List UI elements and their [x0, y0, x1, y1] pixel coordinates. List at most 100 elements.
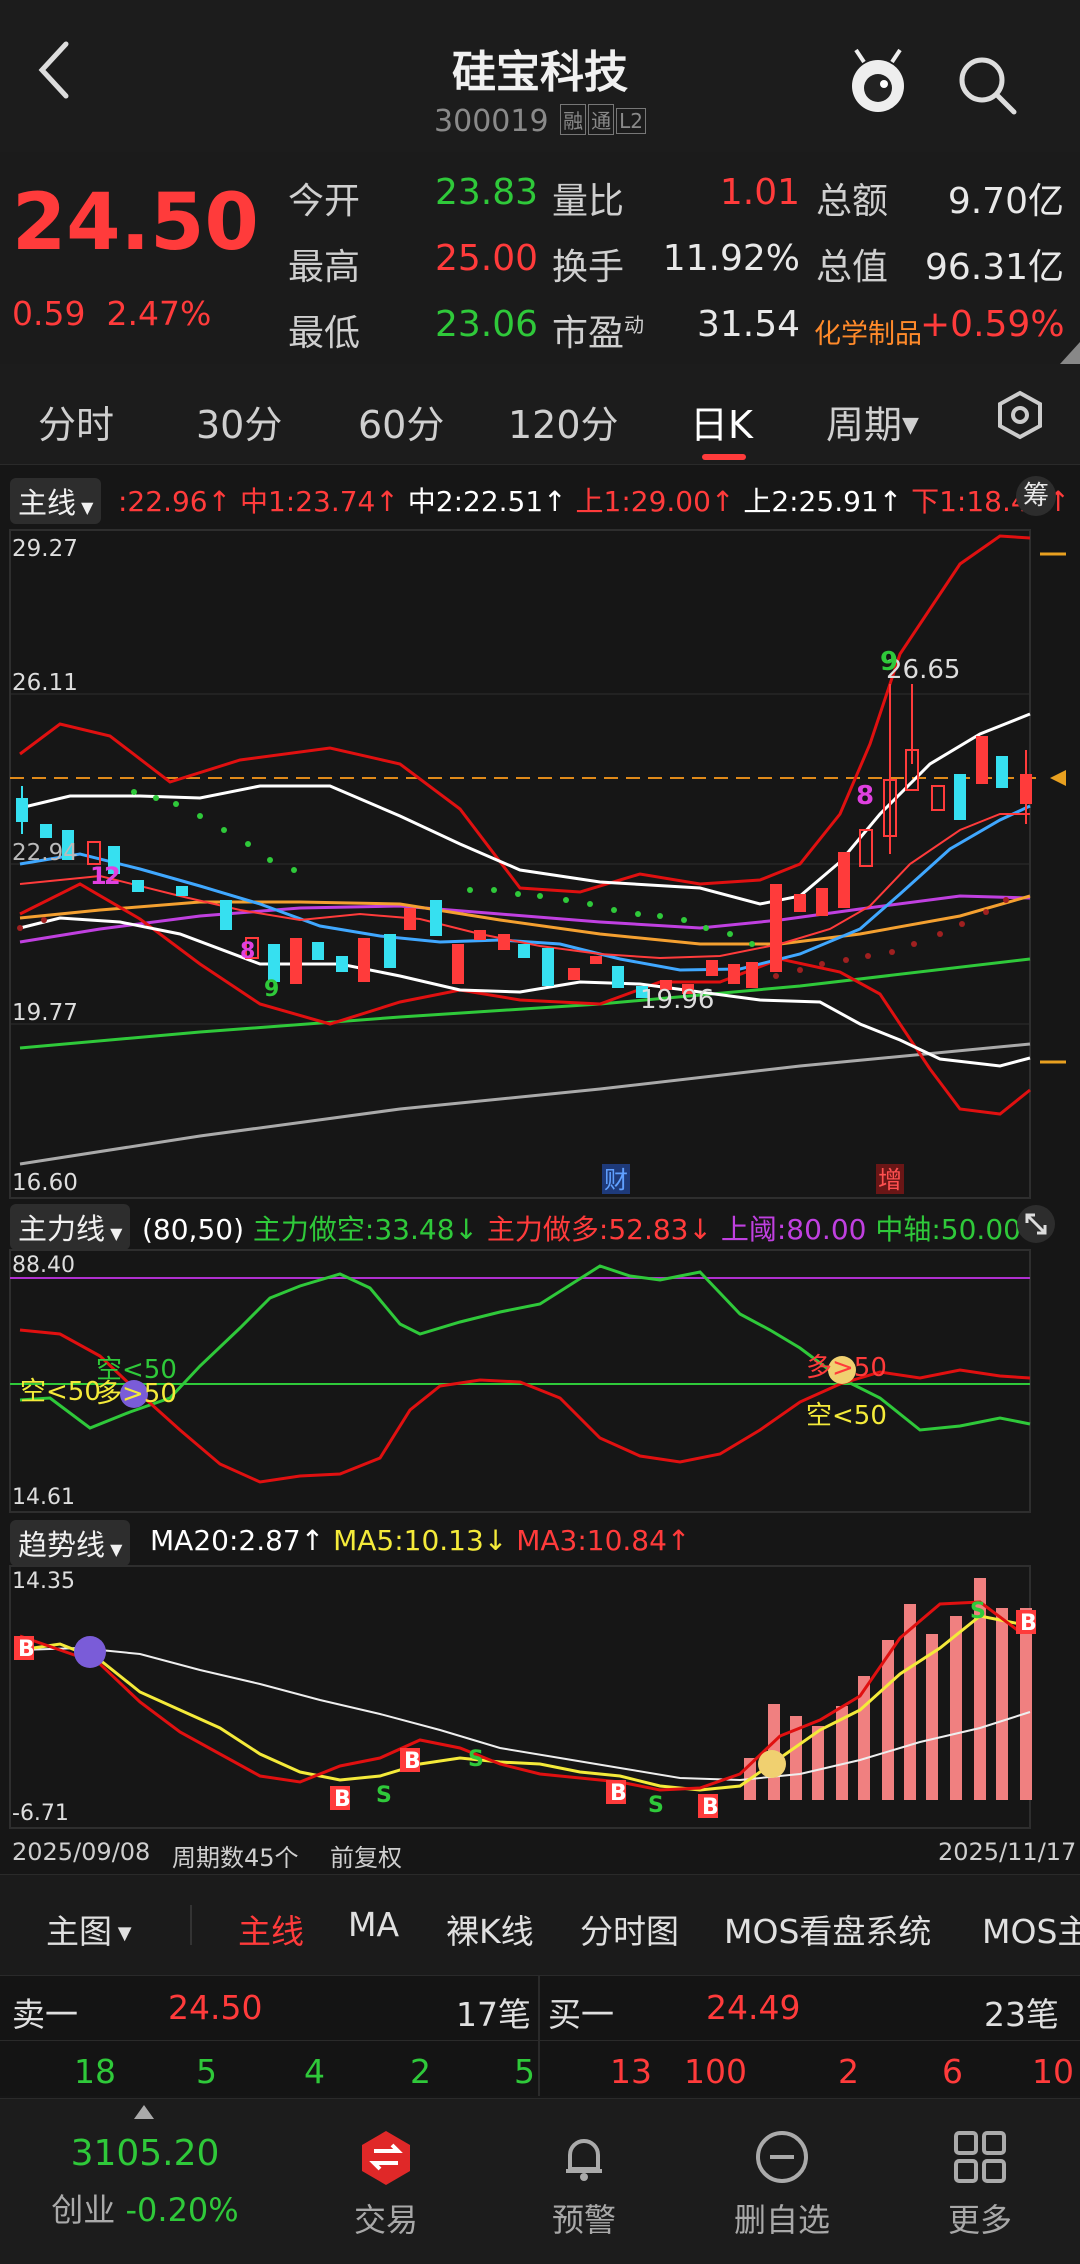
- tab-intraday-chart[interactable]: 分时图: [580, 1905, 679, 1953]
- signal-kong-1: 空<50: [20, 1377, 101, 1407]
- label-high: 最高: [288, 247, 361, 288]
- signal-kong-3: 空<50: [806, 1401, 887, 1431]
- y-axis-bottom: 16.60: [12, 1170, 78, 1196]
- page-title: 硅宝科技: [452, 47, 628, 98]
- period-tabs: 分时 30分 60分 120分 日K 周期▼: [0, 364, 1080, 465]
- label-volume-ratio: 量比: [552, 181, 625, 222]
- tab-period-label: 周期: [826, 403, 903, 447]
- period-count: 周期数45个: [172, 1844, 299, 1872]
- trend-chart-selector[interactable]: 趋势线 ▼: [10, 1520, 131, 1566]
- ind-up2: 上2:25.91↑: [743, 485, 903, 518]
- nav-more[interactable]: 更多: [900, 2129, 1060, 2241]
- trend-y-top: 14.35: [12, 1569, 75, 1594]
- main-chart-dropdown[interactable]: 主图 ▼: [46, 1905, 132, 1953]
- bell-icon: [566, 2139, 602, 2181]
- search-icon[interactable]: [956, 54, 1020, 118]
- buy-level-4: 6: [942, 2052, 963, 2091]
- caret-down-icon: ▼: [76, 498, 94, 517]
- buy1-label: 买一: [548, 1995, 614, 2034]
- date-bar: 2025/09/08 周期数45个 前复权 2025/11/17: [0, 1832, 1080, 1872]
- stock-code-text: 300019: [434, 104, 549, 139]
- trend-histogram: [744, 1578, 1032, 1800]
- date-start: 2025/09/08: [12, 1838, 151, 1866]
- main-chart-selector[interactable]: 主线 ▼: [10, 478, 102, 524]
- caret-down-icon: ▼: [902, 413, 919, 438]
- label-sector[interactable]: 化学制品: [814, 312, 922, 351]
- tab-active-indicator: [702, 454, 746, 460]
- corner-triangle-icon: [1060, 342, 1080, 364]
- tab-30min[interactable]: 30分: [196, 394, 282, 449]
- mfi-chart[interactable]: 88.40 14.61 空<50 空<50 多>50 多>50 空<50: [0, 1248, 1080, 1514]
- chip-distribution-button[interactable]: 筹: [1016, 476, 1056, 516]
- expand-icon[interactable]: [1016, 1204, 1056, 1244]
- nav-alert[interactable]: 预警: [504, 2129, 664, 2241]
- ind-mid2: 中2:22.51↑: [407, 485, 567, 518]
- stock-code: 300019 融通 L2: [0, 104, 1080, 139]
- mfi-short: 主力做空:33.48↓: [252, 1213, 478, 1246]
- main-kline-chart[interactable]: 29.27 26.11 22.94 19.77 16.60 26.65 19.9…: [0, 524, 1080, 1204]
- nav-trade[interactable]: 交易: [306, 2129, 466, 2241]
- trend-ma3: MA3:10.84↑: [516, 1524, 691, 1557]
- upper-band-white: [19, 712, 1031, 906]
- trend-chart[interactable]: 14.35 -6.71 B B B B B B S S S S: [0, 1564, 1080, 1832]
- marker-s-2: S: [468, 1747, 484, 1772]
- mfi-selector-label: 主力线: [18, 1212, 106, 1246]
- tab-ma[interactable]: MA: [348, 1905, 399, 1944]
- nav-remove-watchlist[interactable]: 删自选: [702, 2129, 862, 2241]
- robot-assistant-icon[interactable]: [846, 46, 910, 118]
- td-eight-marker-2: 8: [240, 939, 255, 964]
- main-chart-dropdown-label: 主图: [46, 1912, 112, 1951]
- mfi-y-top: 88.40: [12, 1253, 75, 1278]
- tab-mos-main[interactable]: MOS主: [982, 1905, 1080, 1953]
- green-ma-line: [19, 957, 1031, 1050]
- tab-daily-k[interactable]: 日K: [690, 394, 753, 449]
- marker-b-1: B: [18, 1637, 35, 1662]
- bottom-nav: 3105.20 创业 -0.20% 交易 预警 删自选 更多: [0, 2098, 1080, 2264]
- index-change: -0.20%: [125, 2191, 239, 2229]
- td-nine-marker-2: 9: [264, 977, 279, 1002]
- tag-l2: L2: [616, 108, 646, 134]
- tab-period[interactable]: 周期▼: [826, 394, 919, 449]
- value-sector-change[interactable]: +0.59%: [920, 304, 1065, 345]
- settings-hexagon-icon[interactable]: [996, 390, 1044, 440]
- nav-more-label: 更多: [947, 2201, 1012, 2239]
- mfi-chart-selector[interactable]: 主力线 ▼: [10, 1204, 131, 1250]
- price-change: 0.59 2.47%: [12, 294, 211, 333]
- marker-b-2: B: [334, 1787, 351, 1812]
- y-axis-4: 19.77: [12, 1000, 78, 1026]
- value-market-cap: 96.31亿: [924, 247, 1064, 288]
- tab-mos-system[interactable]: MOS看盘系统: [724, 1905, 931, 1953]
- tab-120min[interactable]: 120分: [508, 394, 619, 449]
- buy-level-3: 2: [838, 2052, 859, 2091]
- trend-ma20: MA20:2.87↑: [150, 1524, 325, 1557]
- buy1-count: 23笔: [984, 1995, 1059, 2034]
- tab-bare-k[interactable]: 裸K线: [446, 1905, 534, 1953]
- index-name: 创业: [51, 2191, 116, 2229]
- signal-duo-2: 多>50: [806, 1353, 887, 1383]
- caret-down-icon: ▼: [105, 1224, 123, 1243]
- marker-s-4: S: [970, 1599, 986, 1624]
- value-turnover-amount: 9.70亿: [947, 181, 1064, 222]
- sell-level-5: 5: [514, 2052, 535, 2091]
- mfi-mid: 中轴:50.00: [875, 1213, 1021, 1246]
- quote-panel: 24.50 0.59 2.47% 今开 23.83 量比 1.01 总额 9.7…: [0, 152, 1080, 364]
- index-ticker[interactable]: 3105.20 创业 -0.20%: [0, 2099, 290, 2264]
- last-price: 24.50: [12, 178, 259, 268]
- tab-intraday[interactable]: 分时: [38, 394, 114, 449]
- value-pe: 31.54: [696, 304, 800, 345]
- ind-up1: 上1:29.00↑: [575, 485, 735, 518]
- tab-mainline[interactable]: 主线: [238, 1905, 304, 1953]
- nav-alert-label: 预警: [551, 2201, 616, 2239]
- change-abs: 0.59: [12, 294, 86, 333]
- label-turnover-amount: 总额: [816, 181, 889, 222]
- ind-mid1: 中1:23.74↑: [239, 485, 399, 518]
- sell1-price: 24.50: [168, 1988, 263, 2027]
- value-low: 23.06: [434, 304, 538, 345]
- sell-level-2: 5: [196, 2052, 217, 2091]
- td-two-marker: 2: [104, 862, 121, 890]
- tab-60min[interactable]: 60分: [358, 394, 444, 449]
- ind-value-0: :22.96↑: [118, 485, 232, 518]
- sell-level-4: 2: [410, 2052, 431, 2091]
- header-bar: 硅宝科技 300019 融通 L2: [0, 0, 1080, 152]
- marker-b-4: B: [610, 1781, 627, 1806]
